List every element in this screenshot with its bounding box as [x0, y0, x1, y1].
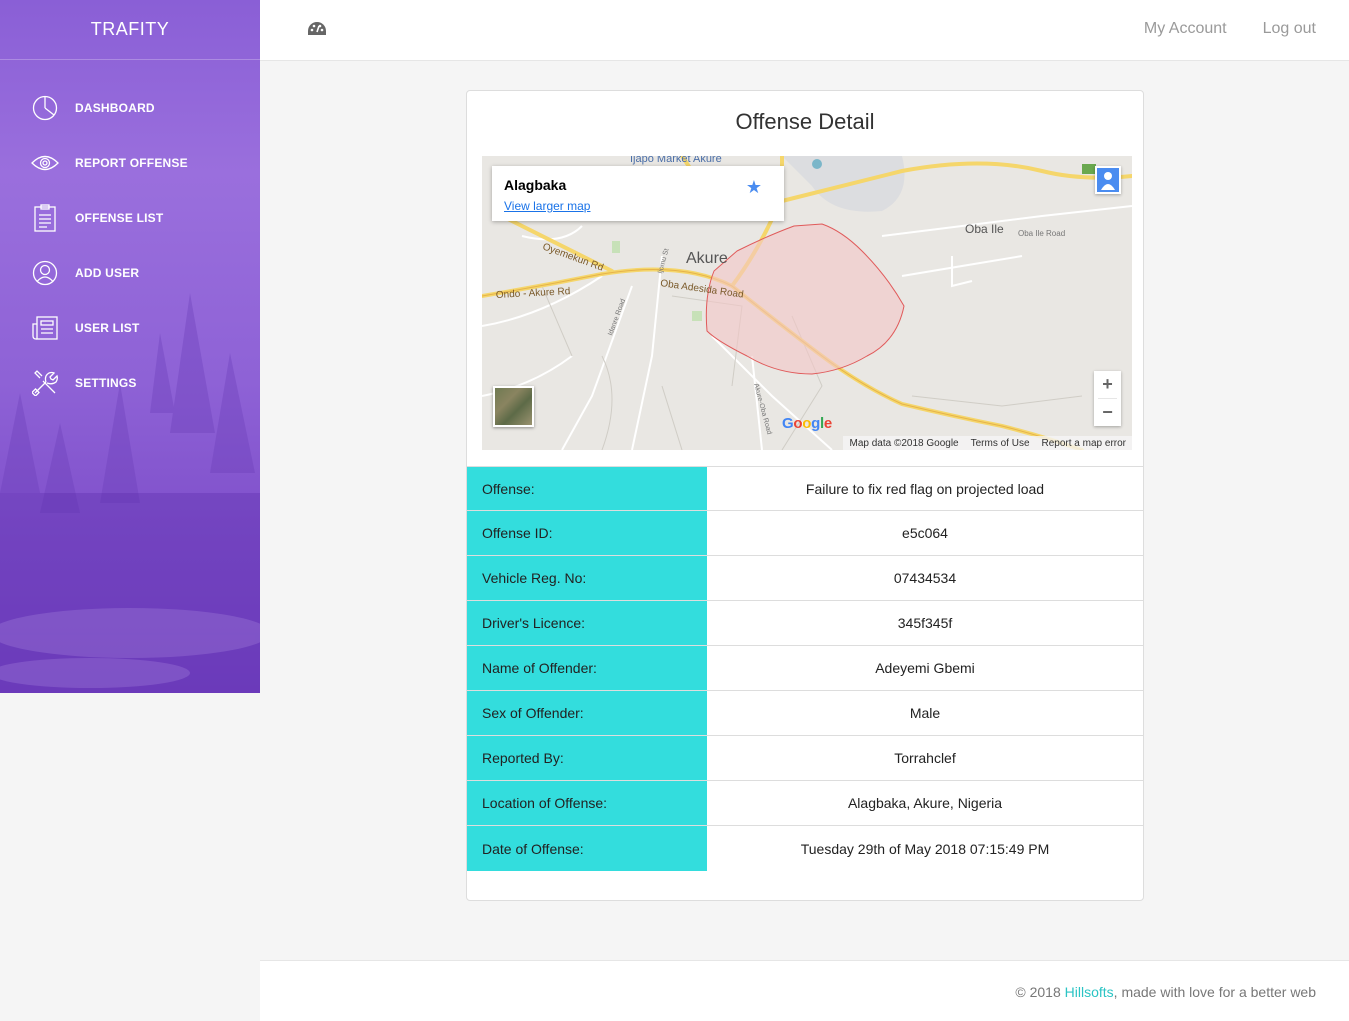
sidebar-item-dashboard[interactable]: DASHBOARD: [0, 80, 260, 135]
detail-label: Location of Offense:: [467, 781, 707, 825]
detail-label: Offense ID:: [467, 511, 707, 555]
detail-label: Sex of Offender:: [467, 691, 707, 735]
report-map-error-link[interactable]: Report a map error: [1042, 438, 1126, 449]
hillsofts-link[interactable]: Hillsofts: [1065, 984, 1114, 1000]
detail-value: 07434534: [893, 570, 957, 586]
offense-detail-card: Offense Detail Akure Oba Ile Oba Ile Roa…: [466, 90, 1144, 901]
table-row: Sex of Offender: Male: [467, 691, 1143, 736]
table-row: Offense ID: e5c064: [467, 511, 1143, 556]
detail-label: Driver's Licence:: [467, 601, 707, 645]
detail-value: Tuesday 29th of May 2018 07:15:49 PM: [800, 840, 1050, 857]
detail-value: e5c064: [902, 525, 948, 541]
view-larger-map-link[interactable]: View larger map: [504, 199, 590, 213]
table-row: Name of Offender: Adeyemi Gbemi: [467, 646, 1143, 691]
detail-label: Name of Offender:: [467, 646, 707, 690]
sidebar-item-user-list[interactable]: USER LIST: [0, 300, 260, 355]
detail-value: Adeyemi Gbemi: [875, 660, 975, 676]
sidebar-item-label: USER LIST: [75, 320, 140, 335]
tools-icon: [31, 369, 59, 397]
sidebar-item-label: OFFENSE LIST: [75, 210, 164, 225]
detail-label: Reported By:: [467, 736, 707, 780]
detail-value: Torrahclef: [894, 750, 956, 766]
sidebar-item-label: SETTINGS: [75, 375, 137, 390]
detail-label: Date of Offense:: [467, 826, 707, 871]
star-icon[interactable]: ★: [746, 177, 762, 198]
google-logo: Google: [782, 415, 832, 432]
account-links: My Account Log out: [1144, 20, 1316, 38]
detail-value: Alagbaka, Akure, Nigeria: [847, 795, 1003, 811]
eye-icon: [31, 149, 59, 177]
map-place-card: Alagbaka View larger map ★: [492, 166, 784, 221]
terms-of-use-link[interactable]: Terms of Use: [971, 438, 1030, 449]
news-list-icon: [31, 314, 59, 342]
page-footer: © 2018 Hillsofts, made with love for a b…: [260, 960, 1349, 1021]
table-row: Vehicle Reg. No: 07434534: [467, 556, 1143, 601]
sidebar-item-add-user[interactable]: ADD USER: [0, 245, 260, 300]
sidebar: TRAFITY DASHBOARD REPORT OFFENSE OFFENSE…: [0, 0, 260, 693]
top-navbar: My Account Log out: [260, 0, 1349, 61]
table-row: Reported By: Torrahclef: [467, 736, 1143, 781]
footer-suffix: , made with love for a better web: [1113, 984, 1316, 1000]
map-attribution-bar: Map data ©2018 Google Terms of Use Repor…: [843, 436, 1132, 450]
clipboard-icon: [31, 203, 59, 232]
detail-value: Failure to fix red flag on projected loa…: [805, 480, 1045, 497]
map-label-oba-ile: Oba Ile: [965, 222, 1004, 236]
detail-label: Vehicle Reg. No:: [467, 556, 707, 600]
my-account-link[interactable]: My Account: [1144, 20, 1227, 38]
footer-copyright: © 2018 Hillsofts, made with love for a b…: [1015, 984, 1316, 1000]
table-row: Location of Offense: Alagbaka, Akure, Ni…: [467, 781, 1143, 826]
pie-chart-icon: [31, 94, 59, 122]
sidebar-item-label: REPORT OFFENSE: [75, 155, 188, 170]
detail-value: Male: [909, 705, 941, 721]
map-label-ijapo-market: Ijapo Market Akure: [630, 156, 722, 165]
zoom-in-button[interactable]: +: [1094, 371, 1121, 398]
sidebar-item-settings[interactable]: SETTINGS: [0, 355, 260, 410]
dashboard-gauge-icon[interactable]: [307, 21, 327, 39]
brand-logo[interactable]: TRAFITY: [0, 0, 260, 60]
map-label-oba-ile-road: Oba Ile Road: [1018, 229, 1065, 238]
table-row: Driver's Licence: 345f345f: [467, 601, 1143, 646]
card-title: Offense Detail: [735, 109, 875, 134]
user-icon: [31, 259, 59, 287]
map-place-name: Alagbaka: [504, 177, 567, 193]
table-row: Date of Offense: Tuesday 29th of May 201…: [467, 826, 1143, 871]
map-data-attribution: Map data ©2018 Google: [849, 437, 959, 449]
footer-prefix: © 2018: [1015, 984, 1065, 1000]
offense-details-table: Offense: Failure to fix red flag on proj…: [467, 466, 1143, 871]
embedded-map[interactable]: Akure Oba Ile Oba Ile Road Oba Adesida R…: [482, 156, 1132, 450]
street-view-pegman-icon[interactable]: [1095, 166, 1121, 194]
logout-link[interactable]: Log out: [1263, 20, 1316, 38]
map-zoom-controls: + −: [1094, 371, 1121, 426]
detail-value: 345f345f: [897, 615, 953, 631]
zoom-out-button[interactable]: −: [1094, 399, 1121, 426]
satellite-view-toggle[interactable]: [493, 386, 534, 427]
sidebar-item-label: ADD USER: [75, 265, 140, 280]
table-row: Offense: Failure to fix red flag on proj…: [467, 466, 1143, 511]
detail-label: Offense:: [467, 467, 707, 510]
map-label-city: Akure: [686, 250, 728, 267]
sidebar-item-label: DASHBOARD: [75, 100, 155, 115]
sidebar-nav: DASHBOARD REPORT OFFENSE OFFENSE LIST AD…: [0, 80, 260, 410]
sidebar-item-offense-list[interactable]: OFFENSE LIST: [0, 190, 260, 245]
sidebar-item-report-offense[interactable]: REPORT OFFENSE: [0, 135, 260, 190]
